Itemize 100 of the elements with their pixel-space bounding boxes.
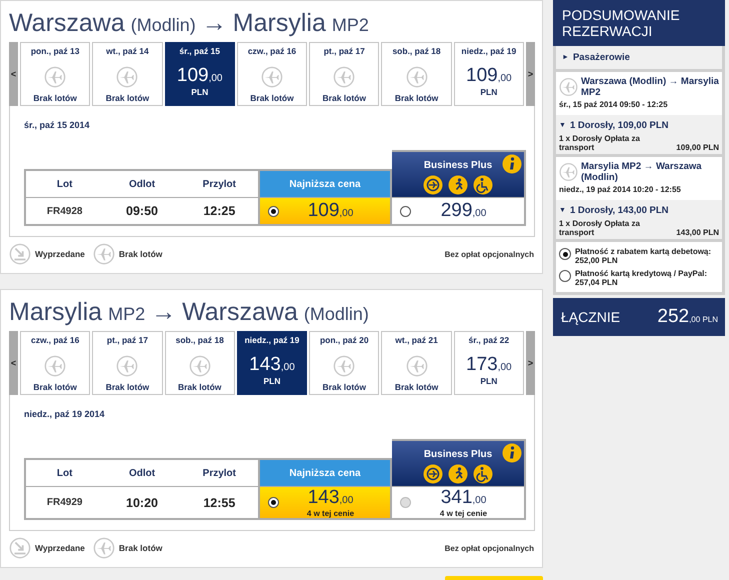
- wheelchair-icon: [473, 175, 493, 195]
- legend-label: Brak lotów: [118, 543, 162, 553]
- legend-label: Wyprzedane: [35, 543, 85, 553]
- no-flight-icon: [116, 355, 138, 377]
- no-flights-label: Brak lotów: [106, 382, 150, 392]
- no-flight-icon: [260, 66, 283, 88]
- fare-price: 299,00: [440, 200, 486, 222]
- date-tab[interactable]: pt., paź 17 Brak lotów: [309, 42, 380, 106]
- plane-icon: [559, 161, 578, 184]
- fare-option[interactable]: 299,00: [392, 198, 526, 226]
- arrival-time: 12:25: [202, 204, 236, 218]
- payment-radio[interactable]: [559, 248, 571, 260]
- origin-airport: (Modlin): [130, 15, 196, 36]
- plane-icon: [559, 76, 578, 98]
- segment-datetime: niedz., 19 paź 2014 10:20 - 12:55: [559, 185, 682, 194]
- date-price: 173,00: [466, 354, 512, 376]
- route-arrow: →: [202, 9, 227, 38]
- destination-city: Marsylia: [232, 9, 326, 38]
- rebooking-icon: [423, 175, 443, 195]
- segment-route: Marsylia MP2 → Warszawa (Modlin): [580, 161, 703, 184]
- info-icon: [502, 443, 522, 463]
- segment-datetime: śr., 15 paź 2014 09:50 - 12:25: [559, 100, 669, 110]
- currency-label: PLN: [263, 376, 280, 386]
- flight-number: FR4928: [46, 206, 84, 216]
- date-label: sob., paź 18: [176, 335, 224, 345]
- no-flight-icon: [406, 66, 428, 88]
- column-header: Odlot: [128, 178, 156, 190]
- date-tab[interactable]: sob., paź 18 Brak lotów: [164, 331, 235, 395]
- date-label: niedz., paź 19: [461, 46, 516, 56]
- no-flight-icon: [92, 537, 115, 559]
- date-label: pt., paź 17: [324, 46, 365, 56]
- passengers-toggle[interactable]: Pasażerowie: [572, 52, 630, 64]
- date-label: czw., paź 16: [30, 335, 80, 345]
- date-tab[interactable]: wt., paź 14 Brak lotów: [92, 42, 163, 106]
- no-flights-label: Brak lotów: [322, 93, 366, 103]
- no-flight-icon: [406, 355, 428, 377]
- origin-city: Warszawa: [9, 9, 125, 38]
- next-dates-button[interactable]: >: [526, 331, 535, 395]
- business-fare-header: Business Plus: [392, 439, 526, 487]
- column-header: Przylot: [202, 178, 237, 190]
- date-tab[interactable]: wt., paź 21 Brak lotów: [381, 331, 452, 395]
- no-flights-label: Brak lotów: [394, 382, 438, 392]
- fare-radio[interactable]: [400, 206, 411, 216]
- no-flights-label: Brak lotów: [33, 382, 77, 392]
- previous-dates-button[interactable]: <: [9, 331, 18, 395]
- no-flights-label: Brak lotów: [322, 382, 366, 392]
- date-label: pon., paź 13: [30, 46, 80, 56]
- date-tab[interactable]: niedz., paź 19 109,00 PLN: [454, 42, 524, 106]
- lowest-fare-header: Najniższa cena: [260, 169, 392, 198]
- no-flights-label: Brak lotów: [178, 382, 222, 392]
- fare-toggle[interactable]: 1 Dorosły, 143,00 PLN: [570, 205, 668, 216]
- fare-radio[interactable]: [268, 497, 279, 508]
- date-tab[interactable]: sob., paź 18 Brak lotów: [381, 42, 452, 106]
- payment-radio[interactable]: [559, 270, 571, 282]
- fare-radio[interactable]: [268, 206, 279, 216]
- fare-price: 109,00: [308, 200, 354, 222]
- legend-label: Wyprzedane: [35, 249, 85, 259]
- seats-left-label: 4 w tej cenie: [440, 509, 488, 518]
- date-label: czw., paź 16: [248, 46, 296, 56]
- date-label: śr., paź 15: [179, 46, 220, 56]
- business-fare-header: Business Plus: [392, 150, 526, 198]
- currency-label: PLN: [480, 87, 498, 97]
- date-tab[interactable]: śr., paź 15 109,00 PLN: [164, 42, 235, 106]
- sold-out-icon: [9, 537, 31, 559]
- origin-airport: MP2: [108, 304, 146, 325]
- date-heading: śr., paź 15 2014: [24, 120, 91, 130]
- fare-option[interactable]: 143,00 4 w tej cenie: [260, 487, 392, 520]
- no-flight-icon: [333, 66, 356, 88]
- no-flights-label: Brak lotów: [33, 93, 77, 103]
- next-dates-button[interactable]: >: [526, 42, 535, 106]
- date-price: 109,00: [466, 65, 512, 87]
- payment-option-label: Płatność kartą kredytową / PayPal: 257,04 PLN: [575, 269, 708, 288]
- fare-toggle[interactable]: 1 Dorosły, 109,00 PLN: [570, 120, 668, 132]
- fees-note: Bez opłat opcjonalnych: [444, 250, 534, 258]
- segment-route: Warszawa (Modlin) → Marsylia MP2: [580, 76, 719, 98]
- destination-airport: (Modlin): [304, 304, 369, 325]
- no-flight-icon: [44, 66, 66, 88]
- date-label: wt., paź 21: [395, 335, 438, 345]
- date-label: pt., paź 17: [106, 335, 148, 345]
- previous-dates-button[interactable]: <: [9, 42, 18, 106]
- fee-label: 1 x Dorosły Opłata za transport: [559, 219, 641, 238]
- no-flight-icon: [92, 243, 115, 265]
- wheelchair-icon: [473, 464, 493, 484]
- fare-option[interactable]: 109,00: [260, 198, 392, 226]
- destination-city: Warszawa: [182, 298, 298, 327]
- no-flight-icon: [44, 355, 66, 377]
- date-tab[interactable]: pon., paź 20 Brak lotów: [309, 331, 380, 395]
- date-tab[interactable]: niedz., paź 19 143,00 PLN: [236, 331, 308, 395]
- date-tab[interactable]: czw., paź 16 Brak lotów: [20, 331, 90, 395]
- date-label: śr., paź 22: [468, 335, 510, 345]
- origin-city: Marsylia: [9, 298, 102, 327]
- date-tab[interactable]: pt., paź 17 Brak lotów: [92, 331, 163, 395]
- date-label: sob., paź 18: [392, 46, 441, 56]
- date-tab[interactable]: czw., paź 16 Brak lotów: [236, 42, 308, 106]
- date-label: niedz., paź 19: [244, 335, 300, 345]
- departure-time: 09:50: [125, 204, 159, 218]
- date-tab[interactable]: śr., paź 22 173,00 PLN: [454, 331, 524, 395]
- date-price: 143,00: [249, 354, 295, 376]
- date-tab[interactable]: pon., paź 13 Brak lotów: [20, 42, 90, 106]
- legend-label: Brak lotów: [118, 249, 162, 259]
